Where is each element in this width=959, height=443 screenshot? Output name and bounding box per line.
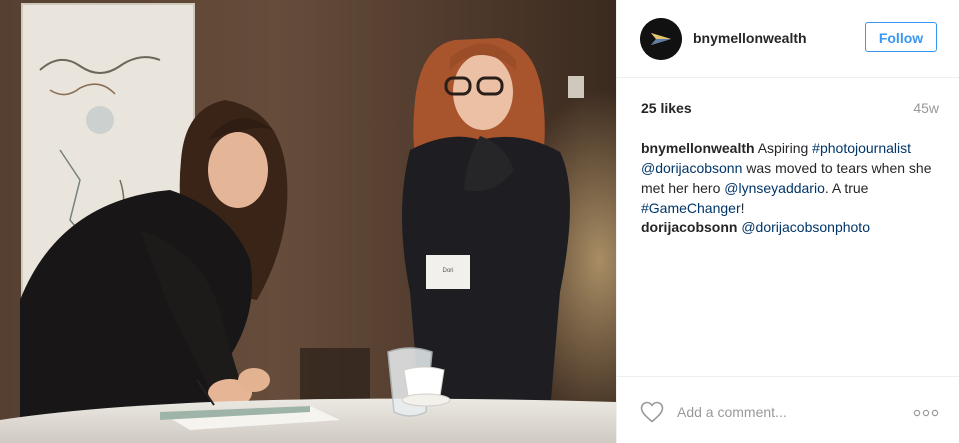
- post-footer: [617, 376, 959, 443]
- post-photo[interactable]: Dori: [0, 0, 616, 443]
- caption-username-link[interactable]: bnymellonwealth: [641, 140, 755, 156]
- name-tag-text: Dori: [442, 268, 453, 274]
- profile-username-link[interactable]: bnymellonwealth: [693, 30, 807, 46]
- mention-link-dorijacobsonphoto[interactable]: @dorijacobsonphoto: [741, 219, 870, 235]
- add-comment-input[interactable]: [677, 401, 897, 423]
- photo-illustration: Dori: [0, 0, 616, 443]
- post-header: bnymellonwealth Follow: [617, 0, 959, 78]
- comment-username-link[interactable]: dorijacobsonn: [641, 219, 737, 235]
- comment-item: dorijacobsonn @dorijacobsonphoto: [641, 217, 941, 237]
- heart-outline-icon[interactable]: [640, 401, 664, 423]
- bny-mellon-arrow-logo-icon: [640, 18, 682, 60]
- post-caption: bnymellonwealth Aspiring #photojournalis…: [641, 138, 941, 218]
- avatar[interactable]: [640, 18, 682, 60]
- caption-text: !: [740, 200, 745, 216]
- post-details-panel: bnymellonwealth Follow 25 likes 45w bnym…: [616, 0, 959, 443]
- mention-link-lynseyaddario[interactable]: @lynseyaddario: [724, 180, 825, 196]
- hashtag-link-gamechanger[interactable]: #GameChanger: [641, 200, 741, 216]
- follow-button[interactable]: Follow: [865, 22, 937, 52]
- instagram-post: Dori bnymellonwealth Follow 25 likes 45w…: [0, 0, 959, 443]
- likes-count[interactable]: 25 likes: [641, 100, 692, 116]
- more-options-icon[interactable]: [913, 408, 939, 418]
- hashtag-link-photojournalist[interactable]: #photojournalist: [812, 140, 911, 156]
- caption-text: Aspiring: [754, 140, 813, 156]
- caption-text: . A true: [824, 180, 869, 196]
- mention-link-dorijacobsonn[interactable]: @dorijacobsonn: [641, 160, 742, 176]
- post-age[interactable]: 45w: [913, 100, 939, 116]
